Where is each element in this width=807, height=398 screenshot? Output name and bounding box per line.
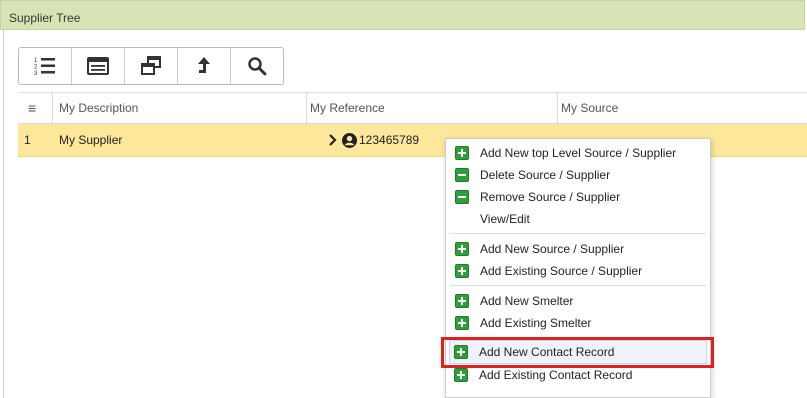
row-index: 1 bbox=[24, 133, 31, 147]
menu-item-add-existing-contact[interactable]: Add Existing Contact Record bbox=[445, 364, 709, 386]
plus-icon bbox=[455, 294, 469, 308]
user-icon bbox=[342, 133, 357, 148]
svg-text:3: 3 bbox=[34, 71, 38, 76]
plus-icon bbox=[454, 368, 468, 382]
search-icon bbox=[248, 57, 267, 76]
panel-header: Supplier Tree bbox=[0, 0, 805, 30]
minus-icon bbox=[455, 168, 469, 182]
grid-header: ≡ My Description My Reference My Source bbox=[18, 92, 807, 124]
column-divider[interactable] bbox=[306, 93, 307, 123]
menu-item-view-edit[interactable]: View/Edit bbox=[446, 208, 710, 230]
move-up-button[interactable] bbox=[178, 48, 231, 84]
menu-item-delete-supplier[interactable]: Delete Source / Supplier bbox=[446, 164, 710, 186]
numbered-list-button[interactable]: 1 2 3 bbox=[19, 48, 72, 84]
plus-icon bbox=[455, 146, 469, 160]
menu-item-label: Add New Smelter bbox=[480, 294, 574, 308]
cell-reference: 123465789 bbox=[359, 133, 420, 147]
menu-item-add-new-smelter[interactable]: Add New Smelter bbox=[446, 290, 710, 312]
arrow-up-icon bbox=[198, 57, 210, 73]
numbered-list-icon: 1 2 3 bbox=[34, 58, 55, 76]
toolbar: 1 2 3 bbox=[18, 47, 284, 85]
minus-icon bbox=[455, 190, 469, 204]
column-header-reference[interactable]: My Reference bbox=[310, 93, 385, 123]
cell-description: My Supplier bbox=[59, 133, 123, 147]
grid-menu-icon[interactable]: ≡ bbox=[28, 93, 48, 123]
menu-item-add-top-level-supplier[interactable]: Add New top Level Source / Supplier bbox=[446, 142, 710, 164]
panel-title: Supplier Tree bbox=[9, 11, 81, 25]
column-header-source[interactable]: My Source bbox=[561, 93, 618, 123]
restore-windows-button[interactable] bbox=[125, 48, 178, 84]
plus-icon bbox=[455, 264, 469, 278]
list-view-icon bbox=[87, 57, 109, 75]
menu-item-add-new-supplier[interactable]: Add New Source / Supplier bbox=[446, 238, 710, 260]
menu-divider bbox=[450, 285, 706, 286]
menu-item-label: Add Existing Source / Supplier bbox=[480, 264, 643, 278]
menu-item-label: Add New top Level Source / Supplier bbox=[480, 146, 677, 160]
column-divider[interactable] bbox=[557, 93, 558, 123]
plus-icon bbox=[455, 316, 469, 330]
restore-windows-icon bbox=[141, 56, 161, 75]
plus-icon bbox=[455, 242, 469, 256]
menu-item-label: Remove Source / Supplier bbox=[480, 190, 621, 204]
menu-item-label: Add Existing Contact Record bbox=[479, 368, 633, 382]
menu-divider bbox=[450, 233, 706, 234]
svg-text:1: 1 bbox=[34, 58, 38, 64]
svg-text:2: 2 bbox=[34, 65, 38, 71]
chevron-right-icon[interactable] bbox=[328, 134, 338, 146]
menu-item-label: Delete Source / Supplier bbox=[480, 168, 611, 182]
search-button[interactable] bbox=[231, 48, 283, 84]
list-view-button[interactable] bbox=[72, 48, 125, 84]
menu-item-label: View/Edit bbox=[480, 212, 530, 226]
menu-item-remove-supplier[interactable]: Remove Source / Supplier bbox=[446, 186, 710, 208]
menu-item-add-existing-supplier[interactable]: Add Existing Source / Supplier bbox=[446, 260, 710, 282]
menu-item-add-existing-smelter[interactable]: Add Existing Smelter bbox=[446, 312, 710, 334]
column-divider[interactable] bbox=[52, 93, 53, 123]
menu-item-label: Add New Source / Supplier bbox=[480, 242, 625, 256]
column-header-description[interactable]: My Description bbox=[59, 93, 138, 123]
menu-item-label: Add Existing Smelter bbox=[480, 316, 592, 330]
